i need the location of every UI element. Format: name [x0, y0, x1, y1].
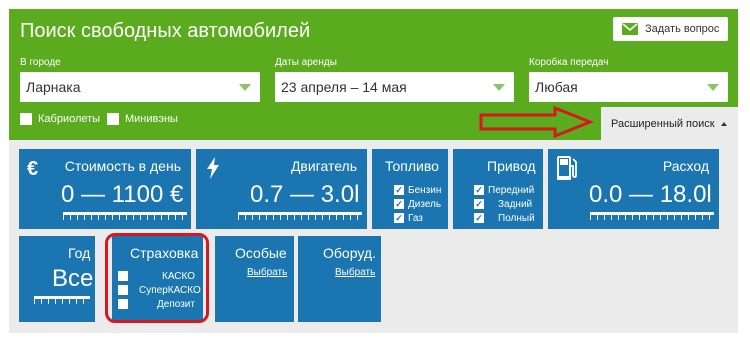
drive-title: Привод — [487, 158, 536, 174]
caret-up-icon — [720, 121, 727, 126]
year-value: Все — [52, 265, 94, 292]
gearbox-label: Коробка передач — [529, 57, 609, 68]
chevron-down-icon — [493, 84, 505, 91]
consumption-filter-tile[interactable]: Расход 0.0 — 18.0l — [548, 149, 719, 229]
engine-title: Двигатель — [290, 158, 357, 174]
fuel-filter-tile: Топливо ✓ Бензин ✓ Дизель ✓ Газ — [372, 149, 448, 229]
engine-slider[interactable] — [238, 212, 362, 220]
checkmark-icon: ✓ — [394, 199, 404, 209]
engine-filter-tile[interactable]: Двигатель 0.7 — 3.0l — [196, 149, 367, 229]
euro-icon: € — [27, 158, 38, 178]
price-slider[interactable] — [63, 212, 187, 220]
page-title: Поиск свободных автомобилей — [20, 20, 311, 42]
equipment-filter-tile[interactable]: Оборуд. Выбрать — [298, 236, 381, 322]
ask-question-button[interactable]: Задать вопрос — [613, 17, 728, 41]
checkbox-box — [107, 113, 119, 125]
ask-question-label: Задать вопрос — [645, 23, 720, 35]
drive-filter-tile: Привод ✓ Передний ✓ Задний ✓ Полный — [453, 149, 543, 229]
drive-all-label: Полный — [498, 212, 535, 224]
fuel-petrol-label: Бензин — [408, 184, 442, 196]
minivans-checkbox[interactable]: Минивэны — [107, 113, 178, 125]
gearbox-value: Любая — [535, 79, 578, 95]
price-title: Стоимость в день — [64, 158, 181, 174]
insurance-highlight-annotation — [105, 233, 209, 323]
year-slider[interactable] — [34, 296, 90, 304]
convertibles-label: Кабриолеты — [38, 113, 101, 125]
fuel-diesel-label: Дизель — [408, 198, 442, 210]
svg-text:€: € — [27, 158, 38, 178]
minivans-label: Минивэны — [125, 113, 178, 125]
special-title: Особые — [235, 245, 287, 261]
gearbox-select[interactable]: Любая — [529, 72, 728, 102]
dates-label: Даты аренды — [275, 57, 337, 68]
special-select-link[interactable]: Выбрать — [247, 267, 287, 278]
dates-select[interactable]: 23 апреля – 14 мая — [275, 72, 514, 102]
fuel-diesel-checkbox[interactable]: ✓ Дизель — [394, 197, 441, 211]
chevron-down-icon — [707, 84, 719, 91]
special-filter-tile[interactable]: Особые Выбрать — [215, 236, 294, 322]
lightning-icon — [207, 157, 219, 179]
envelope-icon — [622, 23, 638, 35]
year-filter-tile[interactable]: Год Все — [19, 236, 95, 322]
engine-range-value: 0.7 — 3.0l — [250, 181, 360, 208]
drive-front-label: Передний — [488, 184, 535, 196]
chevron-down-icon — [239, 84, 251, 91]
checkbox-box — [20, 113, 32, 125]
consumption-range-value: 0.0 — 18.0l — [589, 181, 712, 208]
checkmark-icon: ✓ — [474, 213, 484, 223]
drive-all-checkbox[interactable]: ✓ Полный — [474, 211, 535, 225]
fuel-petrol-checkbox[interactable]: ✓ Бензин — [394, 183, 441, 197]
checkmark-icon: ✓ — [474, 185, 484, 195]
drive-front-checkbox[interactable]: ✓ Передний — [474, 183, 535, 197]
convertibles-checkbox[interactable]: Кабриолеты — [20, 113, 100, 125]
city-value: Ларнака — [26, 79, 81, 95]
advanced-search-button[interactable]: Расширенный поиск — [601, 107, 738, 140]
drive-rear-label: Задний — [498, 198, 533, 210]
equipment-title: Оборуд. — [323, 245, 376, 261]
checkmark-icon: ✓ — [394, 185, 404, 195]
city-label: В городе — [20, 57, 61, 68]
consumption-slider[interactable] — [590, 212, 714, 220]
fuel-title: Топливо — [385, 158, 439, 174]
checkmark-icon: ✓ — [474, 199, 484, 209]
price-range-value: 0 — 1100 € — [61, 181, 184, 208]
fuel-gas-label: Газ — [408, 212, 423, 224]
equipment-select-link[interactable]: Выбрать — [335, 267, 375, 278]
consumption-title: Расход — [662, 158, 709, 174]
dates-value: 23 апреля – 14 мая — [281, 79, 407, 95]
red-arrow-annotation — [479, 106, 595, 138]
fuel-gas-checkbox[interactable]: ✓ Газ — [394, 211, 441, 225]
checkmark-icon: ✓ — [394, 213, 404, 223]
fuel-pump-icon — [557, 156, 577, 180]
price-filter-tile[interactable]: € Стоимость в день 0 — 1100 € — [19, 149, 191, 229]
year-title: Год — [68, 245, 91, 261]
advanced-search-label: Расширенный поиск — [611, 117, 715, 130]
drive-rear-checkbox[interactable]: ✓ Задний — [474, 197, 535, 211]
city-select[interactable]: Ларнака — [20, 72, 260, 102]
